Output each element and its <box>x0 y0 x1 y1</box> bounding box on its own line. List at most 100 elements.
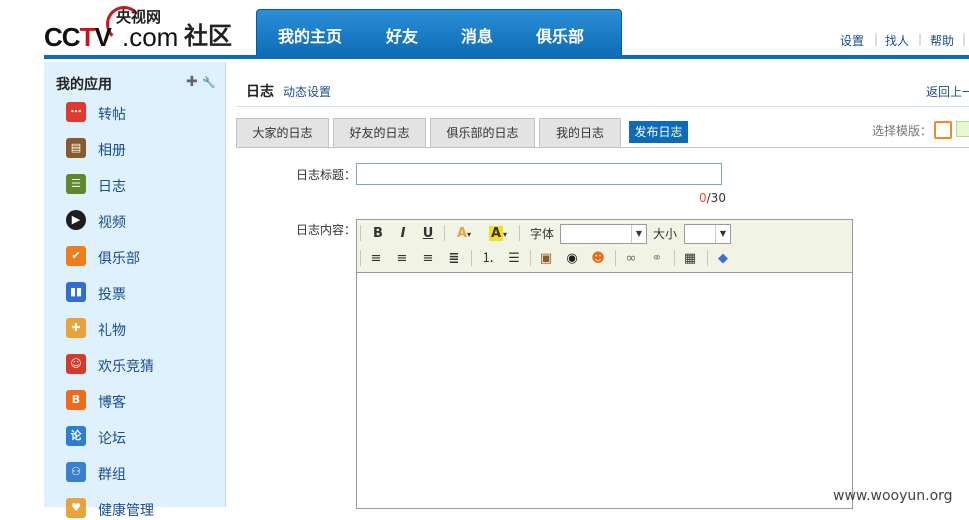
insert-table-icon[interactable]: ▦ <box>681 250 699 268</box>
back-link[interactable]: 返回上一 <box>926 83 969 100</box>
sidebar-item-label: 欢乐竞猜 <box>98 359 154 375</box>
chevron-down-icon: ▼ <box>715 225 730 243</box>
align-left-icon[interactable]: ≡ <box>367 250 385 268</box>
dynamic-settings-link[interactable]: 动态设置 <box>283 83 331 100</box>
counter-max: /30 <box>706 191 726 205</box>
sidebar-item-video[interactable]: ▶ 视频 <box>66 208 216 232</box>
font-family-label: 字体 <box>529 227 554 241</box>
divider: | <box>962 32 967 46</box>
sidebar-item-label: 论坛 <box>98 431 126 447</box>
plus-icon[interactable]: ✚ <box>186 74 198 90</box>
sidebar-item-health[interactable]: ♥ 健康管理 <box>66 496 216 520</box>
sidebar-item-label: 转帖 <box>98 107 126 123</box>
sidebar-item-label: 博客 <box>98 395 126 411</box>
template-swatch-orange[interactable] <box>934 121 952 139</box>
font-family-select[interactable]: ▼ <box>560 224 647 244</box>
forum-icon: 论 <box>66 426 86 446</box>
chevron-down-icon: ▼ <box>631 225 646 243</box>
sidebar-item-vote[interactable]: ▮▮ 投票 <box>66 280 216 304</box>
cctv-logo[interactable]: 央视网 CCTV .com 社区 <box>44 4 244 52</box>
tab-divider <box>236 147 969 148</box>
sidebar-item-share[interactable]: ⋯ 转帖 <box>66 100 216 124</box>
align-center-icon[interactable]: ≡ <box>393 250 411 268</box>
divider <box>615 250 616 266</box>
logo-cctv-text: CCTV <box>44 22 112 52</box>
sidebar-item-group[interactable]: ⚇ 群组 <box>66 460 216 484</box>
align-justify-icon[interactable]: ≣ <box>445 250 463 268</box>
health-icon: ♥ <box>66 498 86 518</box>
divider: | <box>918 32 923 46</box>
sidebar-item-label: 投票 <box>98 287 126 303</box>
page-title: 日志 <box>246 84 274 100</box>
template-label: 选择模版： <box>872 124 933 138</box>
nav-friends[interactable]: 好友 <box>386 23 418 47</box>
sidebar-item-label: 日志 <box>98 179 126 195</box>
rich-text-editor: B I U A▾ A ▾ 字体 ▼ 大小 ▼ ≡ ≡ ≡ ≣ ⒈ ☰ ▣ ◉ ☻ … <box>356 219 853 509</box>
sidebar-title: 我的应用 <box>56 77 112 93</box>
highlight-color-icon[interactable]: A ▾ <box>485 225 511 243</box>
group-icon: ⚇ <box>66 462 86 482</box>
watermark-text: www.wooyun.org <box>833 488 953 504</box>
eraser-icon[interactable]: ◆ <box>714 250 732 268</box>
emoticon-icon[interactable]: ☻ <box>589 250 607 268</box>
ordered-list-icon[interactable]: ⒈ <box>479 250 497 268</box>
editor-toolbar: B I U A▾ A ▾ 字体 ▼ 大小 ▼ ≡ ≡ ≡ ≣ ⒈ ☰ ▣ ◉ ☻ … <box>357 220 852 273</box>
divider <box>530 250 531 266</box>
top-link-find-people[interactable]: 找人 <box>885 32 909 49</box>
bold-icon[interactable]: B <box>369 225 387 243</box>
journal-title-input[interactable] <box>356 163 722 185</box>
template-swatch-green[interactable] <box>956 121 969 137</box>
underline-icon[interactable]: U <box>419 225 437 243</box>
tab-everyones-journals[interactable]: 大家的日志 <box>236 118 329 147</box>
insert-image-icon[interactable]: ▣ <box>537 250 555 268</box>
unordered-list-icon[interactable]: ☰ <box>505 250 523 268</box>
club-icon: ✔ <box>66 246 86 266</box>
divider <box>674 250 675 266</box>
nav-clubs[interactable]: 俱乐部 <box>536 23 584 47</box>
sidebar-item-blog[interactable]: B 博客 <box>66 388 216 412</box>
title-char-counter: 0/30 <box>699 191 726 205</box>
guess-icon: ☺ <box>66 354 86 374</box>
nav-my-home[interactable]: 我的主页 <box>278 23 342 47</box>
top-link-help[interactable]: 帮助 <box>930 32 954 49</box>
main-navigation: 我的主页 好友 消息 俱乐部 <box>256 9 622 56</box>
italic-icon[interactable]: I <box>394 225 412 243</box>
font-color-icon[interactable]: A▾ <box>451 225 477 243</box>
divider <box>360 225 361 241</box>
divider <box>444 225 445 241</box>
sidebar-item-album[interactable]: ▤ 相册 <box>66 136 216 160</box>
divider <box>707 250 708 266</box>
sidebar-tools: ✚ 🔧 <box>186 74 216 90</box>
sidebar-item-guess[interactable]: ☺ 欢乐竞猜 <box>66 352 216 376</box>
insert-video-icon[interactable]: ◉ <box>563 250 581 268</box>
insert-link-icon[interactable]: ∞ <box>622 250 640 268</box>
journal-content-label: 日志内容： <box>296 223 357 237</box>
share-icon: ⋯ <box>66 102 86 122</box>
tab-my-journals[interactable]: 我的日志 <box>539 118 621 147</box>
journal-title-label: 日志标题： <box>296 168 357 182</box>
sidebar-item-gift[interactable]: ✚ 礼物 <box>66 316 216 340</box>
font-size-label: 大小 <box>652 227 677 241</box>
sidebar-item-journal[interactable]: ☰ 日志 <box>66 172 216 196</box>
logo-com-text: .com <box>122 22 179 52</box>
editor-content-area[interactable] <box>357 273 852 508</box>
sidebar-item-forum[interactable]: 论 论坛 <box>66 424 216 448</box>
divider <box>519 225 520 241</box>
title-divider <box>236 106 969 107</box>
align-right-icon[interactable]: ≡ <box>419 250 437 268</box>
nav-messages[interactable]: 消息 <box>461 23 493 47</box>
sidebar-item-label: 视频 <box>98 215 126 231</box>
font-size-select[interactable]: ▼ <box>684 224 731 244</box>
tab-club-journals[interactable]: 俱乐部的日志 <box>430 118 535 147</box>
sidebar-item-label: 礼物 <box>98 323 126 339</box>
gift-icon: ✚ <box>66 318 86 338</box>
header-divider <box>44 55 969 59</box>
publish-journal-button[interactable]: 发布日志 <box>629 121 688 143</box>
sidebar-item-label: 群组 <box>98 467 126 483</box>
sidebar-item-club[interactable]: ✔ 俱乐部 <box>66 244 216 268</box>
wrench-icon[interactable]: 🔧 <box>202 76 216 89</box>
remove-link-icon[interactable]: ⚭ <box>648 250 666 268</box>
tab-friends-journals[interactable]: 好友的日志 <box>333 118 426 147</box>
top-link-settings[interactable]: 设置 <box>840 32 864 49</box>
video-icon: ▶ <box>66 210 86 230</box>
